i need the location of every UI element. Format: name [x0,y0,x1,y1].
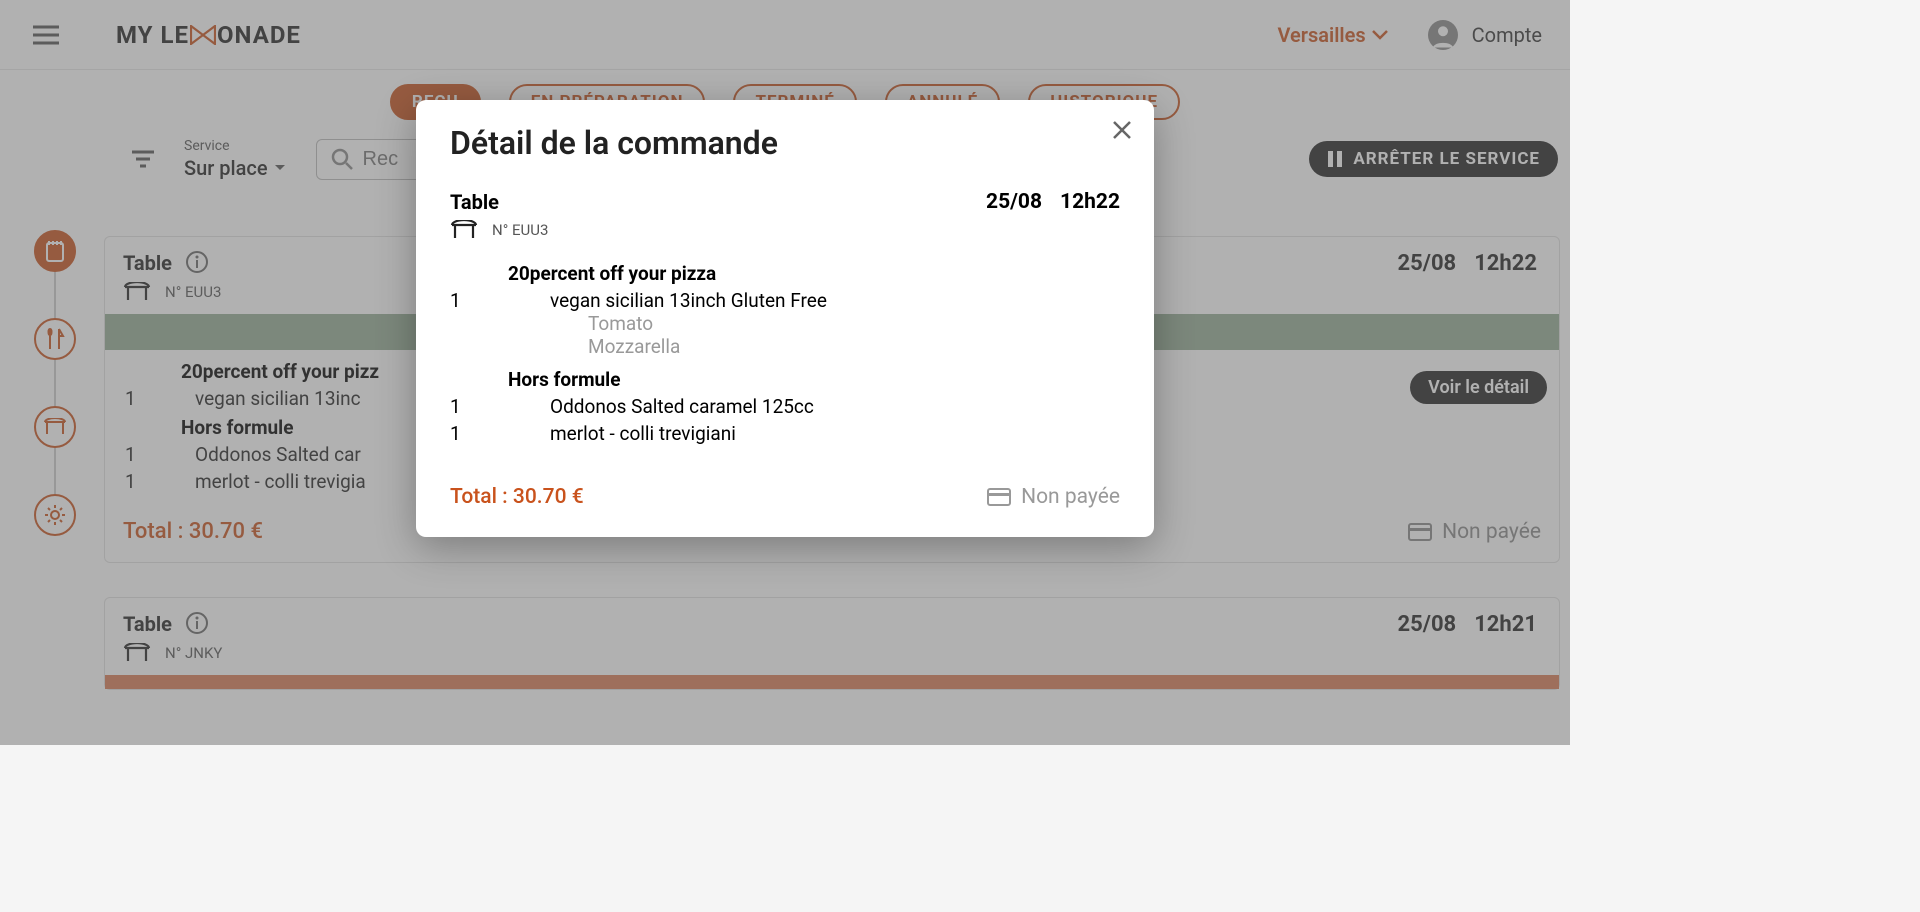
item-qty: 1 [450,395,550,418]
modal-ref: N° EUU3 [492,221,548,239]
modal-total: Total : 30.70 € [450,485,584,509]
modal-payment-status: Non payée [987,485,1120,509]
close-icon [1112,120,1132,140]
item-line: 1 vegan sicilian 13inch Gluten Free [450,289,1120,312]
modal-time: 12h22 [1060,190,1120,214]
item-group: Hors formule [508,368,1120,391]
modal-table-label: Table [450,190,499,214]
order-detail-modal: Détail de la commande Table 25/08 12h22 … [416,100,1154,537]
close-button[interactable] [1112,120,1132,140]
modal-date: 25/08 [986,190,1042,214]
item-name: merlot - colli trevigiani [550,422,736,445]
item-name: vegan sicilian 13inch Gluten Free [550,289,827,312]
item-line: 1 merlot - colli trevigiani [450,422,1120,445]
item-name: Oddonos Salted caramel 125cc [550,395,814,418]
modal-items: 20percent off your pizza 1 vegan sicilia… [450,262,1120,445]
modal-title: Détail de la commande [450,124,1120,162]
item-qty: 1 [450,422,550,445]
item-ingredient: Mozzarella [588,335,1120,358]
table-icon [450,220,478,240]
modal-overlay[interactable]: Détail de la commande Table 25/08 12h22 … [0,0,1570,745]
item-group: 20percent off your pizza [508,262,1120,285]
item-line: 1 Oddonos Salted caramel 125cc [450,395,1120,418]
card-icon [987,488,1011,506]
modal-pay-label: Non payée [1021,485,1120,509]
item-ingredient: Tomato [588,312,1120,335]
app-root: MY LE ONADE Versailles Compte REÇU EN PR… [0,0,1570,745]
item-qty: 1 [450,289,550,312]
